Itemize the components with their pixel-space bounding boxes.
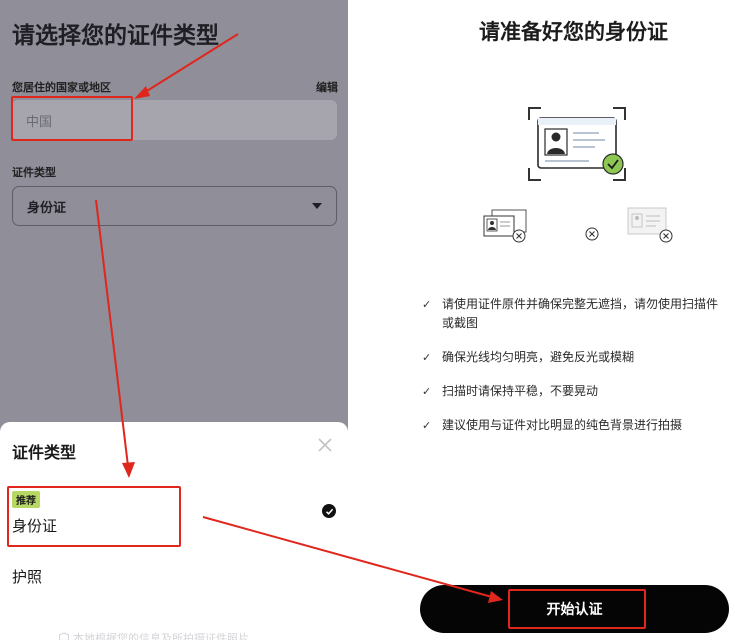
prepare-id-screen: 请准备好您的身份证 ✓ 请使用证件原件并确保完整无遮挡，请勿使用扫描件或截图 ✓…	[412, 0, 735, 640]
doc-type-select[interactable]: 身份证	[12, 186, 337, 226]
page-title: 请选择您的证件类型	[12, 23, 219, 49]
close-icon[interactable]	[316, 436, 334, 454]
check-icon: ✓	[422, 419, 432, 432]
id-option-highlight-box	[7, 486, 181, 547]
tips-list: ✓ 请使用证件原件并确保完整无遮挡，请勿使用扫描件或截图 ✓ 确保光线均匀明亮，…	[422, 295, 727, 450]
start-button-highlight-box	[508, 589, 646, 629]
edit-country-link[interactable]: 编辑	[316, 79, 338, 95]
tip-text: 请使用证件原件并确保完整无遮挡，请勿使用扫描件或截图	[442, 297, 719, 330]
chevron-down-icon	[312, 203, 322, 209]
option-passport[interactable]: 护照	[12, 566, 42, 587]
country-label: 您居住的国家或地区	[12, 81, 111, 94]
tip-item: ✓ 请使用证件原件并确保完整无遮挡，请勿使用扫描件或截图	[422, 295, 727, 333]
id-card-scan-illustration	[528, 107, 626, 181]
footer-note-text: 本地根据您的信息及所拍摄证件照片	[73, 632, 249, 640]
check-icon: ✓	[422, 298, 432, 311]
check-icon: ✓	[422, 351, 432, 364]
tip-item: ✓ 扫描时请保持平稳，不要晃动	[422, 382, 727, 401]
check-icon: ✓	[422, 385, 432, 398]
tip-text: 建议使用与证件对比明显的纯色背景进行拍摄	[442, 418, 683, 432]
selected-check-icon	[322, 504, 336, 518]
tip-text: 确保光线均匀明亮，避免反光或模糊	[442, 350, 635, 364]
x-circle-icon	[585, 227, 599, 241]
doc-type-value: 身份证	[27, 200, 67, 216]
sheet-title: 证件类型	[12, 443, 77, 462]
country-highlight-box	[11, 96, 133, 141]
footer-note: 本地根据您的信息及所拍摄证件照片	[58, 630, 249, 640]
doc-type-label: 证件类型	[12, 166, 56, 179]
tip-item: ✓ 建议使用与证件对比明显的纯色背景进行拍摄	[422, 416, 727, 435]
blurry-card-example-icon	[627, 207, 673, 243]
cropped-card-example-icon	[483, 209, 527, 243]
shield-icon	[59, 632, 69, 640]
tip-text: 扫描时请保持平稳，不要晃动	[442, 384, 599, 398]
prepare-title: 请准备好您的身份证	[479, 20, 668, 44]
tip-item: ✓ 确保光线均匀明亮，避免反光或模糊	[422, 348, 727, 367]
